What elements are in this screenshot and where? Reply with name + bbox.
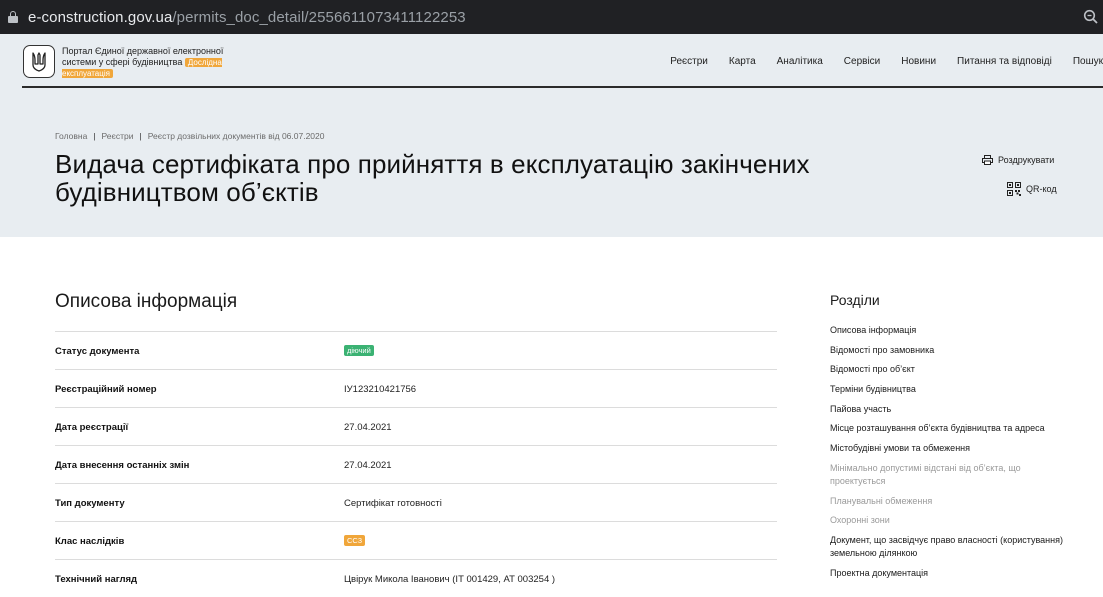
browser-address-bar[interactable]: e-construction.gov.ua/permits_doc_detail… — [0, 0, 1103, 34]
nav-item-registers[interactable]: Реєстри — [670, 56, 708, 67]
nav-item-services[interactable]: Сервіси — [844, 56, 880, 67]
portal-title[interactable]: Портал Єдиної державної електронної сист… — [62, 46, 232, 80]
table-row: Клас наслідків СС3 — [55, 521, 777, 559]
site-header: Портал Єдиної державної електронної сист… — [22, 40, 1103, 88]
section-link[interactable]: Відомості про об’єкт — [830, 363, 1070, 376]
row-value: 27.04.2021 — [344, 460, 392, 471]
section-link[interactable]: Містобудівні умови та обмеження — [830, 442, 1070, 455]
table-row: Технічний нагляд Цвірук Микола Іванович … — [55, 559, 777, 597]
row-label: Технічний нагляд — [55, 574, 138, 585]
url-path: /permits_doc_detail/2556611073411122253 — [172, 8, 466, 26]
table-row: Реєстраційний номер ІУ123210421756 — [55, 369, 777, 407]
section-link[interactable]: Документ, що засвідчує право власності (… — [830, 534, 1070, 560]
section-link-disabled: Охоронні зони — [830, 515, 890, 526]
qr-code-label: QR-код — [1026, 184, 1057, 194]
row-value: ІУ123210421756 — [344, 384, 417, 395]
breadcrumb-separator: | — [139, 131, 142, 141]
print-button[interactable]: Роздрукувати — [982, 155, 1057, 165]
zoom-icon[interactable] — [1083, 9, 1099, 25]
row-value: Сертифікат готовності — [344, 498, 442, 509]
info-table: Статус документа діючий Реєстраційний но… — [55, 331, 777, 597]
section-link-disabled: Планувальні обмеження — [830, 495, 933, 506]
page-actions: Роздрукувати QR-код — [982, 155, 1057, 213]
breadcrumb-registers[interactable]: Реєстри — [102, 131, 134, 141]
lock-icon[interactable] — [8, 11, 18, 23]
main-nav: Реєстри Карта Аналітика Сервіси Новини П… — [649, 56, 1103, 67]
table-row: Дата реєстрації 27.04.2021 — [55, 407, 777, 445]
row-value: 27.04.2021 — [344, 422, 392, 433]
sections-title: Розділи — [830, 292, 880, 308]
status-badge: діючий — [344, 345, 374, 356]
nav-item-news[interactable]: Новини — [901, 56, 936, 67]
page-title: Видача сертифіката про прийняття в експл… — [55, 149, 810, 207]
trident-logo-icon[interactable] — [23, 45, 55, 78]
table-row: Дата внесення останніх змін 27.04.2021 — [55, 445, 777, 483]
row-label: Тип документу — [55, 498, 125, 509]
row-label: Реєстраційний номер — [55, 384, 157, 395]
row-label: Статус документа — [55, 346, 140, 357]
section-link[interactable]: Відомості про замовника — [830, 344, 1070, 357]
section-link[interactable]: Пайова участь — [830, 403, 1070, 416]
print-label: Роздрукувати — [998, 155, 1055, 165]
row-label: Дата реєстрації — [55, 422, 129, 433]
table-row: Тип документу Сертифікат готовності — [55, 483, 777, 521]
breadcrumb-home[interactable]: Головна — [55, 131, 87, 141]
nav-item-map[interactable]: Карта — [729, 56, 756, 67]
breadcrumb-separator: | — [93, 131, 96, 141]
breadcrumb: Головна | Реєстри | Реєстр дозвільних до… — [55, 131, 325, 141]
section-link[interactable]: Терміни будівництва — [830, 383, 1070, 396]
row-value: Цвірук Микола Іванович (ІТ 001429, АТ 00… — [344, 574, 556, 585]
table-row: Статус документа діючий — [55, 331, 777, 369]
section-title: Описова інформація — [55, 291, 238, 312]
row-label: Дата внесення останніх змін — [55, 460, 190, 471]
qr-code-button[interactable]: QR-код — [1007, 182, 1057, 196]
url-host: e-construction.gov.ua — [28, 8, 173, 26]
qr-code-icon — [1007, 182, 1021, 196]
row-label: Клас наслідків — [55, 536, 125, 547]
consequence-class-badge: СС3 — [344, 535, 366, 546]
nav-item-search[interactable]: Пошук — [1073, 56, 1103, 67]
section-link[interactable]: Проектна документація — [830, 567, 1070, 580]
section-link[interactable]: Місце розташування об’єкта будівництва т… — [830, 422, 1070, 435]
url-text[interactable]: e-construction.gov.ua/permits_doc_detail… — [28, 9, 466, 26]
nav-item-faq[interactable]: Питання та відповіді — [957, 56, 1052, 67]
sections-nav: Описова інформація Відомості про замовни… — [830, 324, 1070, 586]
printer-icon — [982, 155, 993, 165]
breadcrumb-current[interactable]: Реєстр дозвільних документів від 06.07.2… — [148, 131, 325, 141]
section-link[interactable]: Описова інформація — [830, 324, 1070, 337]
nav-item-analytics[interactable]: Аналітика — [777, 56, 823, 67]
section-link-disabled: Мінімально допустимі відстані від об’єкт… — [830, 462, 1021, 486]
